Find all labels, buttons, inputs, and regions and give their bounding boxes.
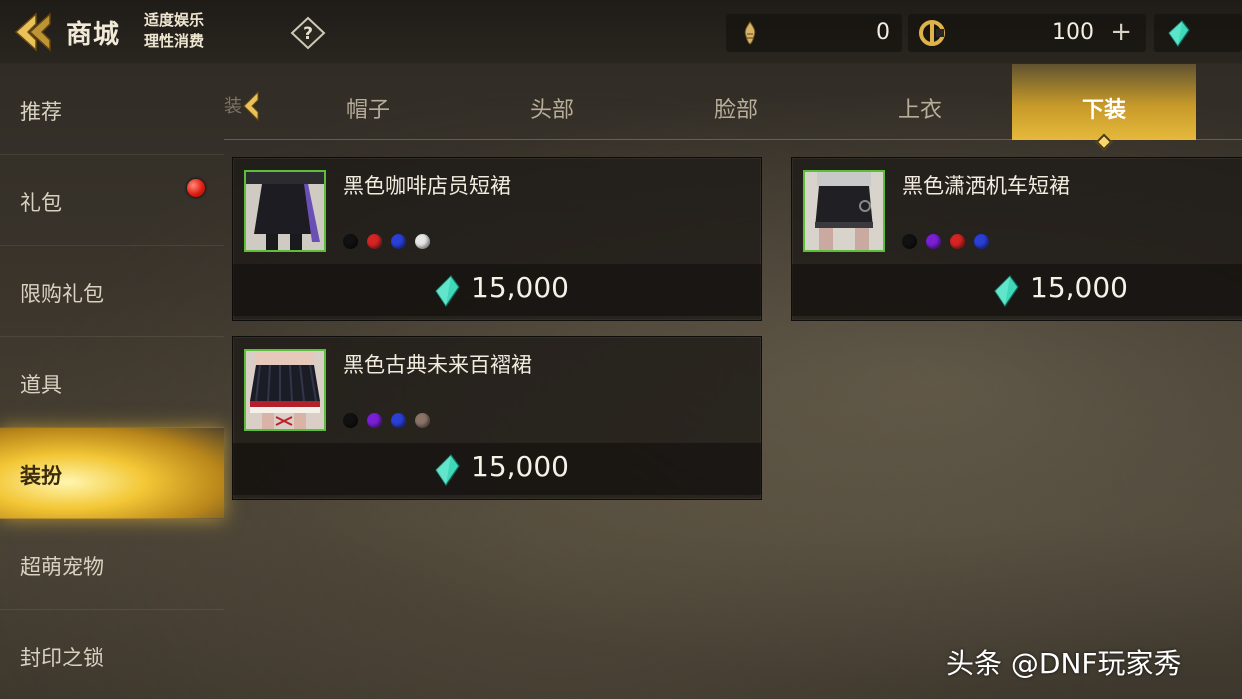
tab-label: 下装 [1081, 98, 1126, 123]
sidebar-item-limited-packs[interactable]: 限购礼包 [0, 246, 224, 337]
add-currency-button[interactable]: + [1110, 18, 1132, 46]
color-swatch[interactable] [415, 234, 430, 249]
coin-icon [919, 20, 945, 46]
sidebar-item-label: 推荐 [20, 100, 62, 124]
shop-item-card[interactable]: 黑色潇洒机车短裙 15,000 [791, 157, 1242, 321]
sidebar-item-gift-packs[interactable]: 礼包 [0, 155, 224, 246]
tab-label: 头部 [529, 98, 574, 123]
tab-label: 帽子 [345, 98, 390, 123]
shop-item-card[interactable]: 黑色咖啡店员短裙 15,000 [232, 157, 762, 321]
tab-face[interactable]: 脸部 [644, 64, 828, 140]
top-bar: 商城 适度娱乐 理性消费 ? 0 100 + [0, 0, 1242, 64]
slogan-line-1: 适度娱乐 [144, 11, 205, 29]
tab-label: 脸部 [713, 98, 758, 123]
item-price: 15,000 [1030, 271, 1128, 304]
item-name: 黑色咖啡店员短裙 [343, 174, 511, 198]
color-swatch[interactable] [926, 234, 941, 249]
color-swatch[interactable] [950, 234, 965, 249]
skirt-icon [246, 351, 324, 429]
category-sidebar: 推荐 礼包 限购礼包 道具 装扮 超萌宠物 封印之锁 [0, 64, 224, 699]
gem-icon [435, 275, 460, 308]
sidebar-item-label: 超萌宠物 [20, 555, 104, 579]
page-title: 商城 [66, 20, 121, 50]
currency-gold: 0 [726, 14, 902, 52]
coin-value: 100 [1052, 20, 1094, 45]
color-swatch[interactable] [367, 413, 382, 428]
color-options [902, 234, 998, 250]
item-price: 15,000 [471, 450, 569, 483]
back-arrow-icon[interactable] [10, 10, 56, 54]
sidebar-item-label: 道具 [20, 373, 62, 397]
item-name: 黑色潇洒机车短裙 [902, 174, 1070, 198]
color-swatch[interactable] [367, 234, 382, 249]
color-swatch[interactable] [343, 413, 358, 428]
sidebar-item-pets[interactable]: 超萌宠物 [0, 519, 224, 610]
color-swatch[interactable] [391, 234, 406, 249]
item-price: 15,000 [471, 271, 569, 304]
active-tab-indicator-icon [1095, 133, 1113, 151]
tab-scroll-left-icon[interactable] [240, 90, 264, 122]
help-button[interactable]: ? [290, 16, 326, 50]
sidebar-item-label: 礼包 [20, 191, 62, 215]
color-swatch[interactable] [415, 413, 430, 428]
tab-top[interactable]: 上衣 [828, 64, 1012, 140]
sidebar-item-label: 封印之锁 [20, 646, 104, 670]
sidebar-item-label: 限购礼包 [20, 282, 104, 306]
gem-icon [994, 275, 1019, 308]
notification-dot-icon [187, 179, 205, 197]
subcategory-tabs: 装 帽子 头部 脸部 上衣 下装 [224, 64, 1242, 151]
item-thumbnail [244, 170, 326, 252]
gold-flame-icon [744, 21, 756, 45]
color-swatch[interactable] [391, 413, 406, 428]
color-options [343, 234, 439, 250]
slogan-line-2: 理性消费 [144, 32, 205, 50]
tab-hats[interactable]: 帽子 [276, 64, 460, 140]
sidebar-item-avatar[interactable]: 装扮 [0, 428, 224, 519]
price-bar: 15,000 [233, 264, 761, 316]
tab-head[interactable]: 头部 [460, 64, 644, 140]
price-bar: 15,000 [233, 443, 761, 495]
item-thumbnail [803, 170, 885, 252]
color-swatch[interactable] [974, 234, 989, 249]
sidebar-item-recommend[interactable]: 推荐 [0, 64, 224, 155]
skirt-icon [246, 172, 324, 250]
tab-label: 上衣 [897, 98, 942, 123]
watermark: 头条 @DNF玩家秀 [946, 647, 1182, 680]
gem-icon [1168, 20, 1190, 47]
gold-value: 0 [876, 20, 890, 45]
color-swatch[interactable] [343, 234, 358, 249]
play-responsibly-notice: 适度娱乐 理性消费 [144, 10, 204, 52]
item-name: 黑色古典未来百褶裙 [343, 353, 532, 377]
gem-icon [435, 454, 460, 487]
item-thumbnail [244, 349, 326, 431]
skirt-icon [805, 172, 883, 250]
currency-gem [1154, 14, 1242, 52]
sidebar-item-props[interactable]: 道具 [0, 337, 224, 428]
price-bar: 15,000 [792, 264, 1242, 316]
help-question-icon: ? [303, 24, 313, 44]
currency-coin: 100 + [908, 14, 1146, 52]
color-options [343, 413, 439, 429]
tab-bottoms[interactable]: 下装 [1012, 64, 1196, 151]
sidebar-item-label: 装扮 [20, 464, 62, 488]
color-swatch[interactable] [902, 234, 917, 249]
sidebar-item-seal-lock[interactable]: 封印之锁 [0, 610, 224, 699]
shop-item-card[interactable]: 黑色古典未来百褶裙 15,000 [232, 336, 762, 500]
